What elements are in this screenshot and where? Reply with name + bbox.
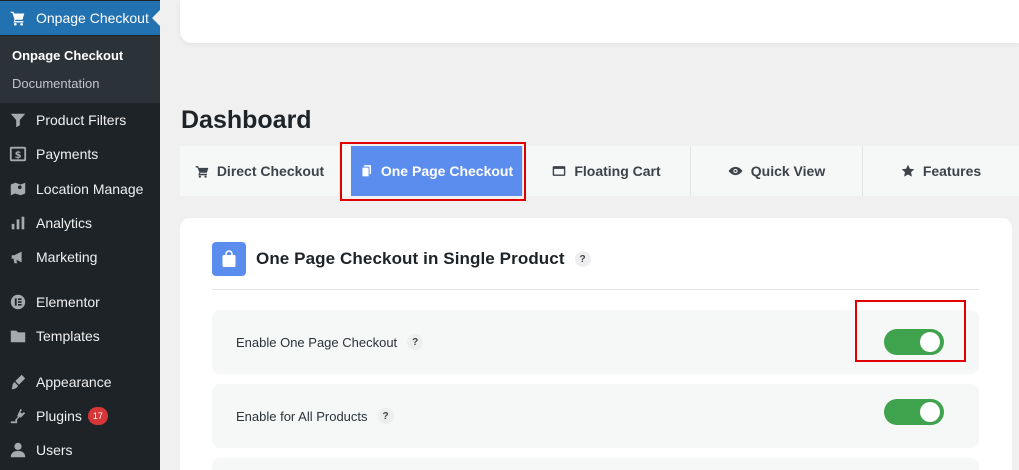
megaphone-icon xyxy=(8,247,28,267)
bar-chart-icon xyxy=(8,213,28,233)
sidebar-item-marketing[interactable]: Marketing xyxy=(0,240,160,274)
map-icon xyxy=(8,179,28,199)
sidebar-item-location-manage[interactable]: Location Manage xyxy=(0,172,160,206)
sidebar-item-label: Templates xyxy=(36,328,100,344)
tab-label: Floating Cart xyxy=(574,163,661,179)
sidebar-item-label: Product Filters xyxy=(36,112,127,128)
tab-label: Features xyxy=(922,163,982,179)
sidebar-item-analytics[interactable]: Analytics xyxy=(0,206,160,240)
sidebar-item-label: Onpage Checkout xyxy=(36,10,149,26)
sidebar-item-elementor[interactable]: Elementor xyxy=(0,285,160,319)
toggle-knob xyxy=(920,402,940,422)
shopping-bag-icon xyxy=(212,242,246,276)
sidebar-item-label: Marketing xyxy=(36,249,98,265)
tab-highlight-box xyxy=(340,142,526,201)
help-icon[interactable]: ? xyxy=(574,251,591,267)
dollar-icon: $ xyxy=(8,144,28,164)
setting-row-next xyxy=(212,458,979,470)
sidebar-item-templates[interactable]: Templates xyxy=(0,319,160,353)
sidebar-item-label: Users xyxy=(36,442,73,458)
help-icon[interactable]: ? xyxy=(407,334,424,350)
plugins-update-badge: 17 xyxy=(87,407,108,425)
admin-sidebar: Onpage Checkout Onpage Checkout Document… xyxy=(0,0,160,470)
window-icon xyxy=(552,165,566,177)
card-header: One Page Checkout in Single Product ? xyxy=(212,242,591,276)
submenu-item-onpage-checkout[interactable]: Onpage Checkout xyxy=(12,48,123,63)
elementor-icon xyxy=(8,292,28,312)
sidebar-item-product-filters[interactable]: Product Filters xyxy=(0,103,160,137)
user-icon xyxy=(8,440,28,460)
sidebar-item-plugins[interactable]: Plugins 17 xyxy=(0,399,160,433)
page-title: Dashboard xyxy=(181,106,312,134)
tab-direct-checkout[interactable]: Direct Checkout xyxy=(180,146,340,196)
tab-features[interactable]: Features xyxy=(863,146,1019,196)
submenu-item-documentation[interactable]: Documentation xyxy=(12,76,99,91)
folder-icon xyxy=(8,326,28,346)
sidebar-item-label: Payments xyxy=(36,146,99,162)
submenu: Onpage Checkout Documentation xyxy=(0,36,160,103)
enable-all-products-toggle[interactable] xyxy=(884,399,944,425)
sidebar-item-label: Appearance xyxy=(36,374,112,390)
plug-icon xyxy=(8,406,28,426)
sidebar-item-users[interactable]: Users xyxy=(0,433,160,467)
sidebar-item-onpage-checkout[interactable]: Onpage Checkout xyxy=(0,1,160,35)
top-panel xyxy=(180,0,1019,43)
sidebar-item-label: Analytics xyxy=(36,215,93,231)
divider xyxy=(212,289,979,290)
tab-label: Direct Checkout xyxy=(216,163,325,179)
toggle-highlight-box xyxy=(855,300,966,362)
sidebar-item-label: Elementor xyxy=(36,294,100,310)
sidebar-item-label: Location Manage xyxy=(36,181,144,197)
help-icon[interactable]: ? xyxy=(377,408,394,424)
card-title: One Page Checkout in Single Product xyxy=(256,249,565,268)
sidebar-item-payments[interactable]: $ Payments xyxy=(0,137,160,171)
tab-quick-view[interactable]: Quick View xyxy=(691,146,863,196)
tab-floating-cart[interactable]: Floating Cart xyxy=(523,146,691,196)
sidebar-item-appearance[interactable]: Appearance xyxy=(0,365,160,399)
svg-text:$: $ xyxy=(15,150,22,161)
star-icon xyxy=(901,164,915,178)
cart-icon xyxy=(195,164,209,178)
tab-label: Quick View xyxy=(750,163,826,179)
sidebar-item-label: Plugins xyxy=(36,408,82,424)
setting-label: Enable One Page Checkout xyxy=(236,334,398,350)
filter-icon xyxy=(8,110,28,130)
setting-label: Enable for All Products xyxy=(236,408,368,424)
cart-icon xyxy=(8,8,28,28)
eye-icon xyxy=(728,165,743,177)
brush-icon xyxy=(8,372,28,392)
setting-row-enable-all-products: Enable for All Products ? xyxy=(212,384,979,448)
tab-bar: Direct Checkout One Page Checkout Floati… xyxy=(180,146,1019,196)
